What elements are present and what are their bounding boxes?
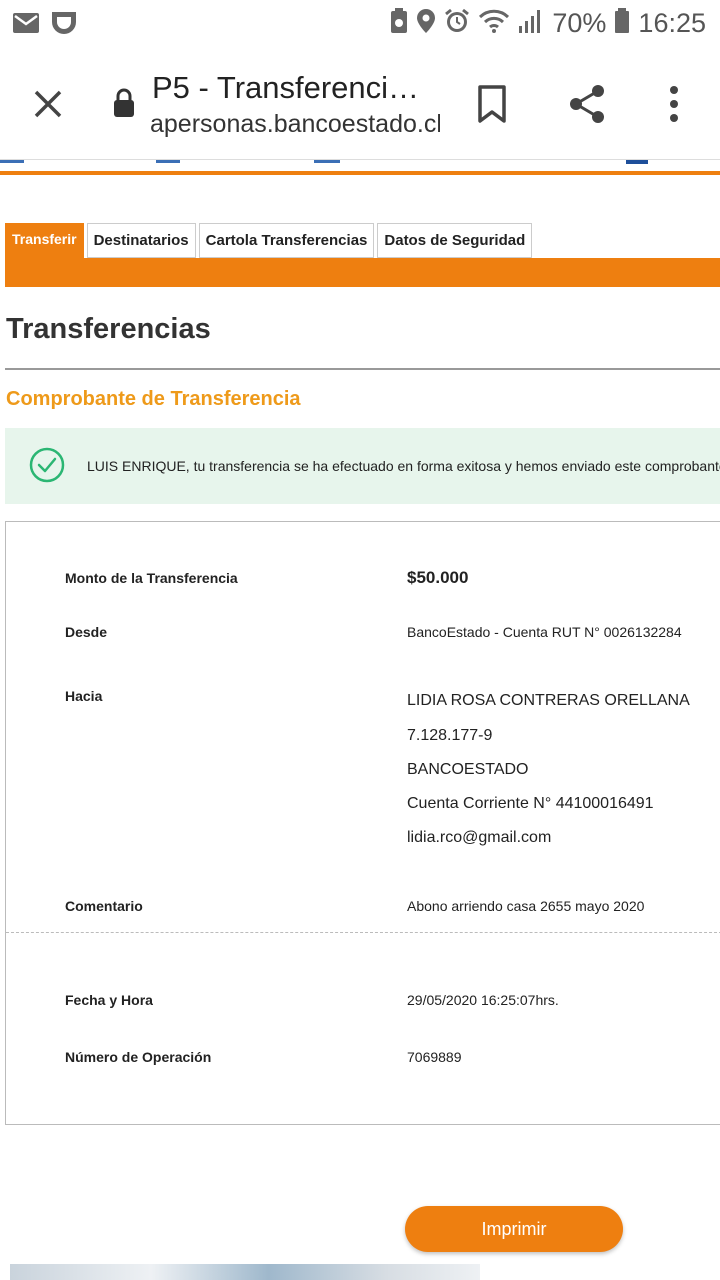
check-circle-icon (29, 447, 65, 483)
receipt-panel: Monto de la Transferencia $50.000 Desde … (5, 521, 720, 1125)
datetime-label: Fecha y Hora (65, 992, 153, 1008)
datetime-value: 29/05/2020 16:25:07hrs. (407, 992, 559, 1008)
more-vert-icon[interactable] (664, 84, 684, 124)
page-title: P5 - Transferenci… (152, 70, 420, 105)
operation-number-value: 7069889 (407, 1049, 462, 1065)
to-label: Hacia (65, 688, 103, 704)
clock: 16:25 (638, 8, 706, 38)
mail-icon (12, 12, 40, 39)
receipt-title: Comprobante de Transferencia (6, 388, 301, 410)
alarm-icon (444, 8, 470, 39)
browser-toolbar: P5 - Transferenci… apersonas.bancoestado… (0, 48, 720, 160)
status-bar: 70% 16:25 (0, 0, 720, 48)
receipt-divider (6, 932, 720, 933)
recipient-account: Cuenta Corriente N° 44100016491 (407, 795, 654, 812)
recipient-rut: 7.128.177-9 (407, 727, 493, 744)
tab-bar-underline (5, 258, 720, 287)
recipient-email: lidia.rco@gmail.com (407, 829, 552, 846)
print-button[interactable]: Imprimir (405, 1206, 623, 1252)
title-divider (5, 368, 720, 370)
tab-bar: Transferir Destinatarios Cartola Transfe… (5, 223, 533, 258)
success-message: LUIS ENRIQUE, tu transferencia se ha efe… (87, 458, 720, 474)
close-icon[interactable] (28, 84, 68, 124)
recipient-bank: BANCOESTADO (407, 761, 529, 778)
share-icon[interactable] (566, 82, 610, 126)
url-field[interactable]: apersonas.bancoestado.cl (150, 110, 440, 139)
comment-value: Abono arriendo casa 2655 mayo 2020 (407, 898, 645, 914)
header-divider (0, 171, 720, 175)
battery-icon (614, 8, 630, 39)
tab-destinatarios[interactable]: Destinatarios (86, 223, 196, 258)
battery-saver-icon (390, 8, 408, 39)
location-icon (416, 8, 436, 39)
comment-label: Comentario (65, 898, 143, 914)
success-alert: LUIS ENRIQUE, tu transferencia se ha efe… (5, 428, 720, 504)
app-icon (50, 10, 78, 41)
wifi-icon (478, 8, 510, 39)
operation-number-label: Número de Operación (65, 1049, 212, 1065)
lock-icon (112, 88, 136, 118)
section-title: Transferencias (6, 313, 211, 345)
amount-label: Monto de la Transferencia (65, 570, 238, 586)
from-label: Desde (65, 624, 108, 640)
tab-transferir[interactable]: Transferir (5, 223, 84, 258)
battery-percent: 70% (552, 8, 607, 38)
banner-image-fragment (10, 1264, 480, 1280)
bookmark-icon[interactable] (476, 84, 508, 124)
recipient-name: LIDIA ROSA CONTRERAS ORELLANA (407, 692, 690, 709)
amount-value: $50.000 (407, 568, 469, 587)
from-value: BancoEstado - Cuenta RUT N° 0026132284 (407, 624, 682, 640)
tab-datos-de-seguridad[interactable]: Datos de Seguridad (377, 223, 533, 258)
signal-icon (518, 8, 544, 39)
tab-cartola-transferencias[interactable]: Cartola Transferencias (198, 223, 375, 258)
